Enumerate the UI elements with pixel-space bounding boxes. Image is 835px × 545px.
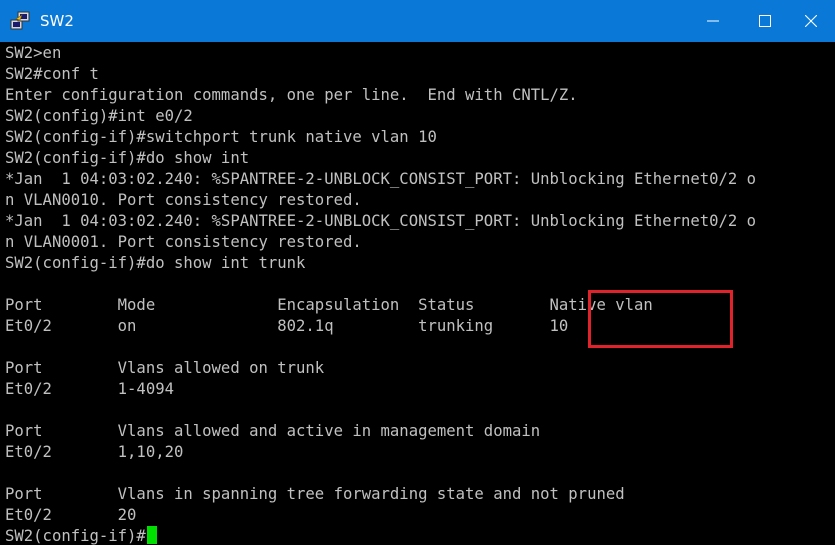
- trunk-table-header: Port Mode Encapsulation Status Native vl…: [5, 296, 653, 314]
- terminal-line: *Jan 1 04:03:02.240: %SPANTREE-2-UNBLOCK…: [5, 212, 757, 230]
- terminal-line: SW2(config)#int e0/2: [5, 107, 193, 125]
- terminal-line: SW2(config-if)#do show int: [5, 149, 250, 167]
- terminal-line: SW2(config-if)#switchport trunk native v…: [5, 128, 437, 146]
- minimize-icon: [707, 20, 719, 22]
- native-vlan-highlight: [588, 290, 733, 348]
- terminal-line: Et0/2 1,10,20: [5, 443, 184, 461]
- terminal-line: Port Vlans allowed and active in managem…: [5, 422, 541, 440]
- terminal-line: SW2>en: [5, 44, 62, 62]
- terminal-line: n VLAN0010. Port consistency restored.: [5, 191, 362, 209]
- maximize-button[interactable]: [741, 0, 789, 42]
- terminal-line: Et0/2 1-4094: [5, 380, 174, 398]
- command-prompt: SW2(config-if)#: [5, 527, 146, 545]
- window-title: SW2: [40, 12, 74, 30]
- terminal-area[interactable]: SW2>en SW2#conf t Enter configuration co…: [0, 42, 835, 545]
- terminal-line: *Jan 1 04:03:02.240: %SPANTREE-2-UNBLOCK…: [5, 170, 757, 188]
- minimize-button[interactable]: [689, 0, 737, 42]
- putty-app-icon[interactable]: [10, 11, 30, 31]
- terminal-line: Port Vlans in spanning tree forwarding s…: [5, 485, 625, 503]
- close-button[interactable]: [787, 0, 835, 42]
- terminal-line: SW2(config-if)#do show int trunk: [5, 254, 306, 272]
- trunk-table-row: Et0/2 on 802.1q trunking 10: [5, 317, 569, 335]
- text-cursor: [146, 526, 157, 544]
- terminal-line: Port Vlans allowed on trunk: [5, 359, 325, 377]
- terminal-line: Et0/2 20: [5, 506, 137, 524]
- terminal-line: SW2#conf t: [5, 65, 99, 83]
- maximize-icon: [759, 15, 771, 27]
- putty-window: SW2 SW2>en SW2#conf t Enter configuratio…: [0, 0, 835, 545]
- close-icon: [805, 15, 817, 27]
- title-bar[interactable]: SW2: [0, 0, 835, 42]
- command-prompt-line[interactable]: SW2(config-if)#: [5, 526, 157, 545]
- terminal-line: Enter configuration commands, one per li…: [5, 86, 578, 104]
- terminal-line: n VLAN0001. Port consistency restored.: [5, 233, 362, 251]
